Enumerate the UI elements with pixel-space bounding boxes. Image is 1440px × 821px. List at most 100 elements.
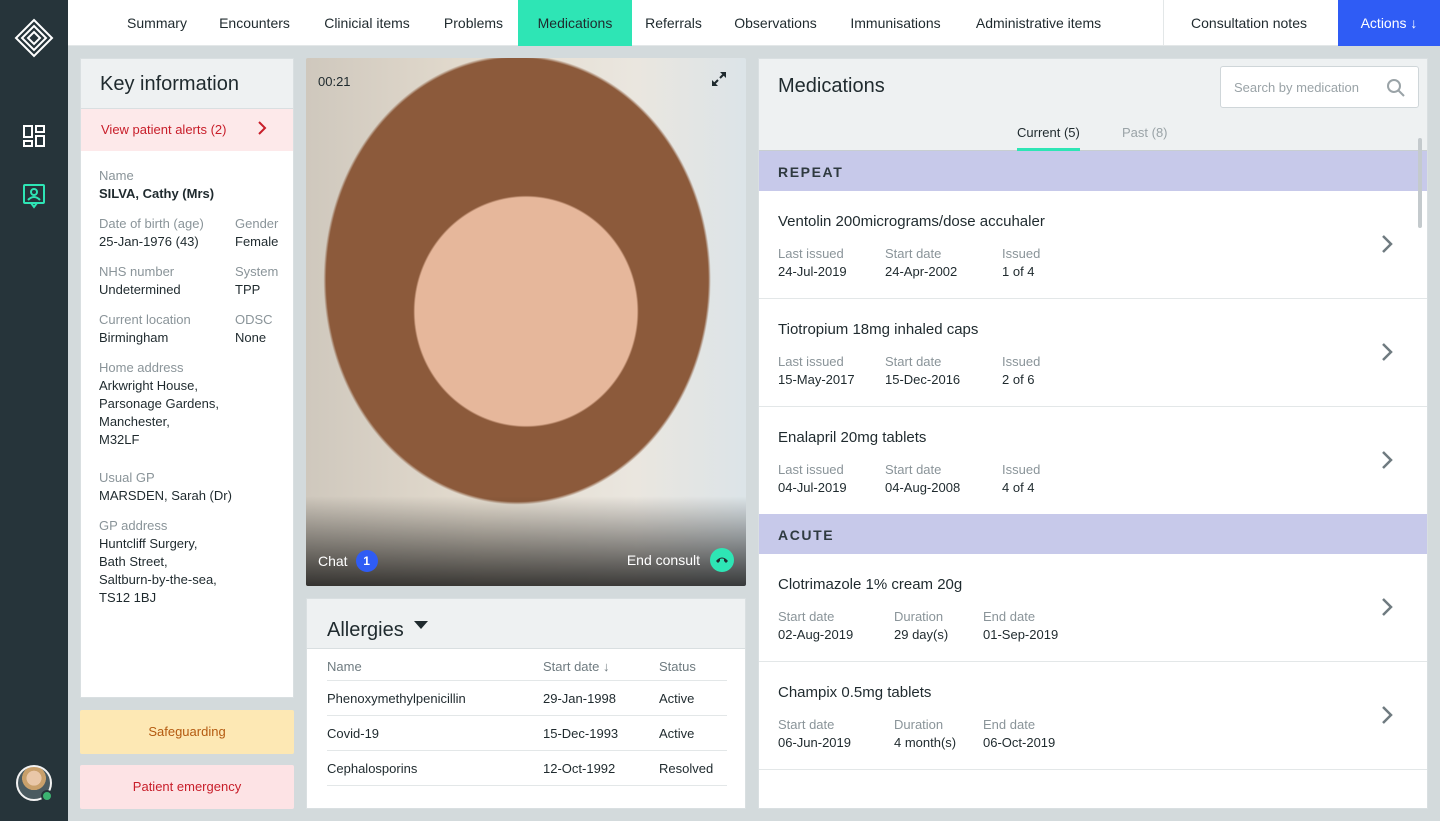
field-label: Last issued [778, 462, 844, 477]
gender-label: Gender [235, 216, 279, 231]
patient-emergency-button[interactable]: Patient emergency [80, 765, 294, 809]
section-acute: ACUTE [759, 514, 1427, 554]
expand-icon[interactable] [710, 70, 728, 88]
medication-row[interactable]: Enalapril 20mg tablets Last issued 04-Jul… [759, 407, 1427, 515]
tab-immunisations[interactable]: Immunisations [838, 0, 953, 46]
column-header-status[interactable]: Status [659, 659, 727, 680]
nhs-label: NHS number [99, 264, 175, 279]
field-value: 06-Jun-2019 [778, 735, 851, 750]
call-timer: 00:21 [318, 74, 351, 89]
chevron-right-icon [257, 120, 267, 141]
system-label: System [235, 264, 279, 279]
location-value: Birmingham [99, 330, 169, 345]
medication-row[interactable]: Clotrimazole 1% cream 20g Start date 02-A… [759, 554, 1427, 662]
medication-search[interactable] [1220, 66, 1419, 108]
allergy-name: Cephalosporins [327, 760, 418, 776]
tab-summary[interactable]: Summary [113, 0, 201, 46]
field-value: 15-May-2017 [778, 372, 855, 387]
medication-row[interactable]: Champix 0.5mg tablets Start date 06-Jun-2… [759, 662, 1427, 770]
online-status-icon [41, 790, 53, 802]
field-label: Issued [1002, 354, 1041, 369]
field-value: 1 of 4 [1002, 264, 1035, 279]
dob-label: Date of birth (age) [99, 216, 204, 231]
tab-problems[interactable]: Problems [433, 0, 514, 46]
nhs-number-field: NHS number Undetermined [99, 263, 181, 299]
medication-name: Enalapril 20mg tablets [778, 429, 927, 446]
field-label: Duration [894, 717, 944, 732]
allergy-name: Phenoxymethylpenicillin [327, 690, 466, 706]
hang-up-icon [710, 548, 734, 572]
gender-field: Gender Female [235, 215, 278, 251]
location-label: Current location [99, 312, 191, 327]
search-input[interactable] [1221, 67, 1371, 107]
odsc-label: ODSC [235, 312, 273, 327]
allergy-status: Active [659, 690, 695, 706]
alerts-link-label: View patient alerts (2) [101, 122, 227, 137]
end-consult-label: End consult [626, 552, 700, 568]
tab-clinical-items[interactable]: Clinicial items [311, 0, 423, 46]
allergy-status: Resolved [659, 760, 714, 776]
app-logo-icon[interactable] [14, 18, 54, 58]
medication-row[interactable]: Ventolin 200micrograms/dose accuhaler La… [759, 191, 1427, 299]
tab-referrals[interactable]: Referrals [637, 0, 710, 46]
dashboard-icon[interactable] [20, 122, 48, 150]
chevron-right-icon[interactable] [1379, 596, 1395, 618]
search-icon[interactable] [1386, 78, 1406, 98]
patient-name: SILVA, Cathy (Mrs) [99, 186, 215, 201]
patient-name-field: Name SILVA, Cathy (Mrs) [99, 167, 214, 203]
table-row[interactable]: Phenoxymethylpenicillin 29-Jan-1998 Acti… [327, 681, 727, 716]
field-value: 4 of 4 [1002, 480, 1035, 495]
allergy-status: Active [659, 725, 695, 741]
top-navigation: Summary Encounters Clinicial items Probl… [68, 0, 1440, 46]
table-row[interactable]: Cephalosporins 12-Oct-1992 Resolved [327, 751, 727, 786]
view-patient-alerts-link[interactable]: View patient alerts (2) [81, 109, 293, 151]
allergies-title: Allergies [327, 618, 404, 641]
caret-down-icon [413, 621, 428, 629]
field-value: 04-Aug-2008 [885, 480, 961, 495]
medications-panel: Medications Current (5) Past (8) REPEAT … [758, 58, 1428, 809]
field-value: 02-Aug-2019 [778, 627, 854, 642]
tab-administrative-items[interactable]: Administrative items [963, 0, 1114, 46]
odsc-value: None [235, 330, 267, 345]
allergies-header[interactable]: Allergies [307, 599, 745, 649]
tab-current[interactable]: Current (5) [1017, 125, 1080, 151]
consultation-notes-button[interactable]: Consultation notes [1174, 0, 1324, 46]
video-gradient [306, 496, 746, 586]
field-label: End date [983, 717, 1036, 732]
tab-medications[interactable]: Medications [518, 0, 632, 46]
home-address-label: Home address [99, 360, 184, 375]
field-label: Issued [1002, 462, 1041, 477]
chevron-right-icon[interactable] [1379, 449, 1395, 471]
nhs-value: Undetermined [99, 282, 181, 297]
system-value: TPP [235, 282, 261, 297]
video-call-panel: 00:21 Chat 1 End consult [306, 58, 746, 586]
user-avatar[interactable] [16, 765, 53, 802]
medications-scrollbar[interactable] [1418, 138, 1422, 228]
gp-address-line: Huntcliff Surgery, [99, 536, 198, 551]
address-line: Parsonage Gardens, [99, 396, 219, 411]
actions-button[interactable]: Actions ↓ [1338, 0, 1440, 46]
chat-count-badge: 1 [355, 550, 378, 572]
tab-encounters[interactable]: Encounters [209, 0, 300, 46]
chevron-right-icon[interactable] [1379, 704, 1395, 726]
field-label: Duration [894, 609, 944, 624]
medication-row[interactable]: Tiotropium 18mg inhaled caps Last issued… [759, 299, 1427, 407]
field-label: Last issued [778, 354, 844, 369]
tab-past[interactable]: Past (8) [1122, 125, 1168, 151]
usual-gp-field: Usual GP MARSDEN, Sarah (Dr) [99, 469, 232, 505]
patient-record-icon[interactable] [20, 182, 48, 210]
table-row[interactable]: Covid-19 15-Dec-1993 Active [327, 716, 727, 751]
allergy-date: 15-Dec-1993 [543, 725, 619, 741]
tab-observations[interactable]: Observations [722, 0, 829, 46]
key-information-title: Key information [81, 59, 293, 109]
column-header-start-date[interactable]: Start date ↓ [543, 659, 659, 680]
chat-button[interactable]: Chat 1 [318, 550, 378, 572]
chevron-right-icon[interactable] [1379, 341, 1395, 363]
end-consult-button[interactable]: End consult [627, 548, 734, 572]
safeguarding-button[interactable]: Safeguarding [80, 710, 294, 754]
dob-value: 25-Jan-1976 (43) [99, 234, 199, 249]
chevron-right-icon[interactable] [1379, 233, 1395, 255]
allergies-table: Name Start date ↓ Status Phenoxymethylpe… [327, 659, 727, 786]
gp-address-field: GP address Huntcliff Surgery, Bath Stree… [99, 517, 217, 607]
column-header-name[interactable]: Name [327, 659, 543, 680]
